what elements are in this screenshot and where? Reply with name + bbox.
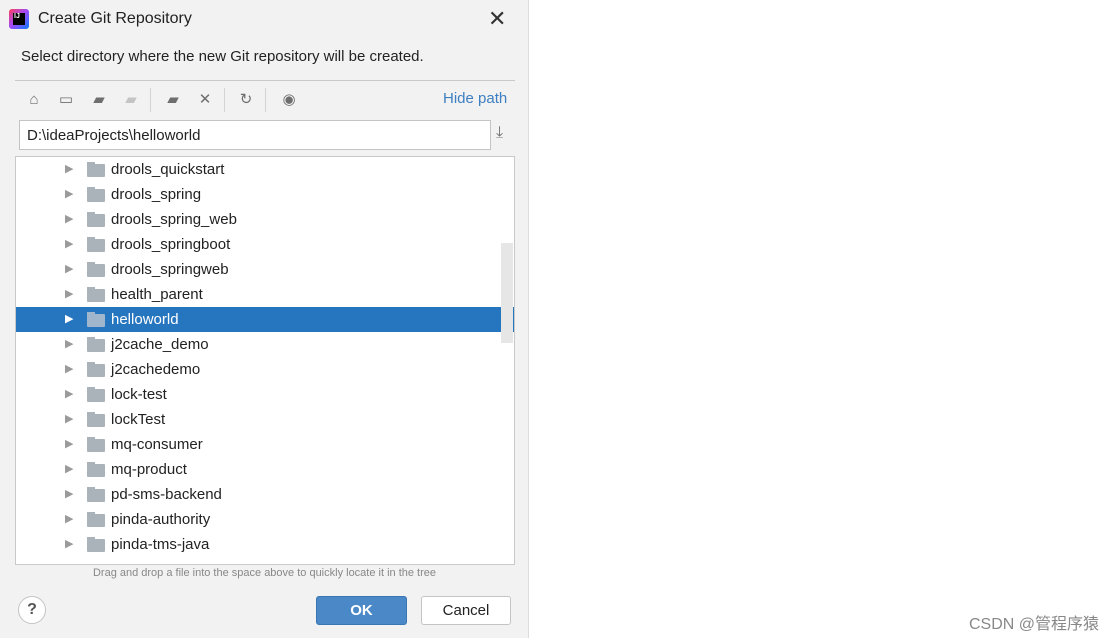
close-icon[interactable]: ✕ [488, 6, 506, 32]
expand-arrow-icon[interactable]: ▶ [65, 462, 73, 475]
home-icon[interactable]: ⌂ [23, 89, 45, 111]
hide-path-link[interactable]: Hide path [443, 90, 507, 107]
tree-item-label: mq-consumer [111, 436, 203, 453]
tree-item-label: helloworld [111, 311, 179, 328]
scrollbar[interactable] [501, 243, 513, 343]
tree-item-label: drools_quickstart [111, 161, 225, 178]
tree-item[interactable]: ▶ pd-sms-backend [16, 482, 514, 507]
expand-arrow-icon[interactable]: ▶ [65, 187, 73, 200]
tree-item-label: pinda-tms-java [111, 536, 210, 553]
divider [15, 80, 515, 81]
folder-icon [87, 337, 105, 352]
path-input[interactable] [19, 120, 491, 150]
tree-item-label: drools_springweb [111, 261, 229, 278]
folder-icon [87, 262, 105, 277]
tree-item-label: health_parent [111, 286, 203, 303]
tree-item[interactable]: ▶ pinda-authority [16, 507, 514, 532]
module-folder-icon[interactable]: ▰ [120, 89, 142, 111]
expand-arrow-icon[interactable]: ▶ [65, 437, 73, 450]
tree-item-label: drools_spring [111, 186, 202, 203]
tree-item-label: lockTest [111, 411, 166, 428]
folder-icon [87, 212, 105, 227]
folder-icon [87, 187, 105, 202]
intellij-logo-icon: IJ [9, 9, 29, 29]
expand-arrow-icon[interactable]: ▶ [65, 537, 73, 550]
expand-arrow-icon[interactable]: ▶ [65, 212, 73, 225]
tree-item[interactable]: ▶ health_parent [16, 282, 514, 307]
tree-item-label: pd-sms-backend [111, 486, 222, 503]
expand-arrow-icon[interactable]: ▶ [65, 362, 73, 375]
folder-icon [87, 537, 105, 552]
tree-item[interactable]: ▶ lockTest [16, 407, 514, 432]
drag-drop-hint: Drag and drop a file into the space abov… [92, 567, 437, 579]
tree-item-label: mq-product [111, 461, 187, 478]
project-folder-icon[interactable]: ▰ [88, 89, 110, 111]
tree-item-label: drools_spring_web [111, 211, 237, 228]
folder-icon [87, 162, 105, 177]
expand-arrow-icon[interactable]: ▶ [65, 287, 73, 300]
folder-icon [87, 437, 105, 452]
expand-arrow-icon[interactable]: ▶ [65, 337, 73, 350]
expand-arrow-icon[interactable]: ▶ [65, 487, 73, 500]
tree-item[interactable]: ▶ pinda-tms-java [16, 532, 514, 557]
expand-arrow-icon[interactable]: ▶ [65, 387, 73, 400]
tree-item[interactable]: ▶ drools_springboot [16, 232, 514, 257]
folder-icon [87, 387, 105, 402]
tree-item[interactable]: ▶ lock-test [16, 382, 514, 407]
folder-icon [87, 362, 105, 377]
expand-arrow-icon[interactable]: ▶ [65, 512, 73, 525]
tree-item-label: pinda-authority [111, 511, 211, 528]
folder-icon [87, 487, 105, 502]
tree-item[interactable]: ▶ drools_springweb [16, 257, 514, 282]
dialog-title: Create Git Repository [38, 10, 192, 27]
expand-arrow-icon[interactable]: ▶ [65, 412, 73, 425]
tree-item-label: lock-test [111, 386, 167, 403]
folder-icon [87, 462, 105, 477]
divider [150, 88, 151, 112]
folder-icon [87, 412, 105, 427]
show-hidden-icon[interactable]: ◉ [278, 89, 300, 111]
expand-arrow-icon[interactable]: ▶ [65, 237, 73, 250]
directory-tree[interactable]: ▶ pinda-tms-java ▶ pinda-authority ▶ pd-sms-b… [15, 156, 515, 565]
tree-item[interactable]: ▶ j2cache_demo [16, 332, 514, 357]
tree-item[interactable]: ▶ j2cachedemo [16, 357, 514, 382]
tree-item[interactable]: ▶ mq-consumer [16, 432, 514, 457]
tree-item[interactable]: ▶ drools_quickstart [16, 157, 514, 182]
ok-button[interactable]: OK [316, 596, 407, 625]
help-button[interactable]: ? [18, 596, 46, 624]
desktop-icon[interactable]: ▭ [55, 89, 77, 111]
expand-arrow-icon[interactable]: ▶ [65, 262, 73, 275]
folder-icon [87, 312, 105, 327]
new-folder-icon[interactable]: ▰ [162, 89, 184, 111]
divider [224, 88, 225, 112]
tree-item[interactable]: ▶ drools_spring [16, 182, 514, 207]
tree-item-label: j2cachedemo [111, 361, 201, 378]
download-icon[interactable]: ⤓ [496, 124, 503, 142]
folder-icon [87, 512, 105, 527]
delete-icon[interactable]: ✕ [194, 89, 216, 111]
divider [265, 88, 266, 112]
tree-item-label: j2cache_demo [111, 336, 209, 353]
dialog-description: Select directory where the new Git repos… [21, 48, 424, 65]
folder-icon [87, 237, 105, 252]
refresh-icon[interactable]: ↻ [235, 89, 257, 111]
tree-item[interactable]: ▶ drools_spring_web [16, 207, 514, 232]
expand-arrow-icon[interactable]: ▶ [65, 312, 73, 325]
tree-item[interactable]: ▶ mq-product [16, 457, 514, 482]
create-git-repository-dialog: IJ Create Git Repository ✕ Select direct… [0, 0, 529, 638]
folder-icon [87, 287, 105, 302]
tree-item[interactable]: ▶ helloworld [16, 307, 514, 332]
expand-arrow-icon[interactable]: ▶ [65, 162, 73, 175]
tree-item-label: drools_springboot [111, 236, 231, 253]
cancel-button[interactable]: Cancel [421, 596, 511, 625]
watermark: CSDN @管程序猿 [968, 616, 1099, 633]
